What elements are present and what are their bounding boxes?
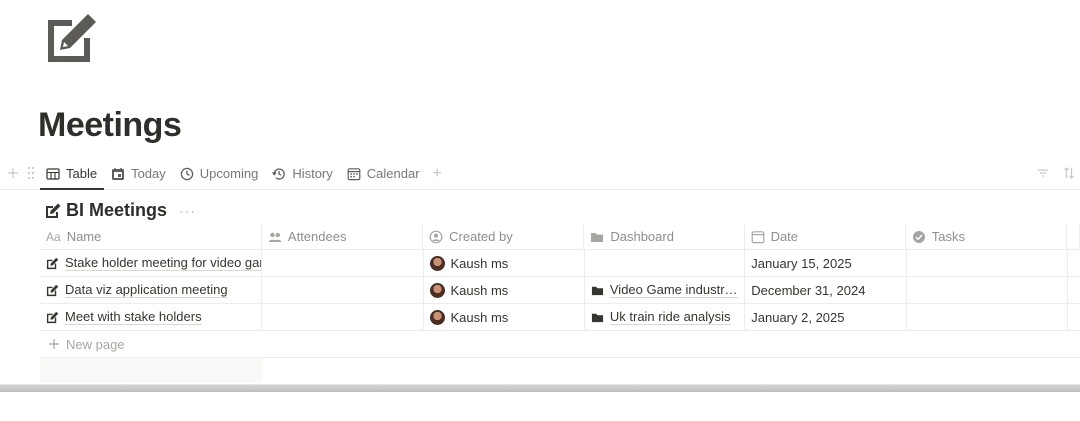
column-header-attendees[interactable]: Attendees — [262, 224, 424, 249]
dashboard-link[interactable]: Uk train ride analysis — [609, 310, 731, 325]
drag-handle-icon[interactable] — [24, 165, 38, 181]
database-title[interactable]: BI Meetings ··· — [44, 200, 196, 221]
column-name-label: Name — [66, 229, 102, 244]
tab-calendar-label: Calendar — [366, 166, 420, 181]
table-header: Aa Name Attendees Created by Dashboard D… — [40, 224, 1080, 250]
tab-today-label: Today — [131, 166, 166, 181]
cell-created-by[interactable]: Kaush ms — [424, 304, 585, 330]
filter-icon[interactable] — [1036, 166, 1050, 185]
clock-icon — [180, 167, 194, 180]
column-header-more[interactable] — [1067, 224, 1080, 249]
row-title: Meet with stake holders — [65, 308, 202, 325]
dashboard-link[interactable]: Video Game industry ... — [609, 283, 739, 298]
add-block-icon[interactable] — [6, 165, 20, 181]
cell-date[interactable]: January 2, 2025 — [745, 304, 907, 330]
new-page-label: New page — [66, 336, 125, 352]
column-header-name[interactable]: Aa Name — [40, 224, 262, 249]
tab-table[interactable]: Table — [40, 158, 105, 190]
add-view-button[interactable]: + — [427, 158, 448, 189]
tab-history[interactable]: History — [265, 158, 339, 189]
more-options-button[interactable]: ··· — [179, 203, 196, 219]
cell-date[interactable]: December 31, 2024 — [745, 277, 907, 303]
history-icon — [272, 167, 286, 180]
table-row[interactable]: Stake holder meeting for video game Kaus… — [40, 250, 1080, 277]
tab-upcoming[interactable]: Upcoming — [173, 158, 266, 189]
cell-tasks[interactable] — [907, 250, 1068, 276]
meetings-table: Aa Name Attendees Created by Dashboard D… — [40, 224, 1080, 383]
cell-created-by[interactable]: Kaush ms — [424, 277, 585, 303]
column-date-label: Date — [770, 229, 799, 244]
column-header-created-by[interactable]: Created by — [423, 224, 585, 249]
check-circle-icon — [912, 230, 925, 243]
column-attendees-label: Attendees — [287, 229, 347, 244]
calendar-icon — [347, 167, 361, 180]
horizontal-scrollbar[interactable] — [0, 384, 1080, 392]
cell-attendees[interactable] — [262, 304, 424, 330]
table-icon — [46, 167, 60, 180]
page-title[interactable]: Meetings — [38, 106, 182, 145]
plus-icon — [49, 339, 59, 349]
column-tasks-label: Tasks — [931, 229, 966, 244]
block-controls — [6, 165, 38, 181]
view-actions — [1036, 166, 1076, 185]
edit-square-icon — [46, 311, 59, 323]
column-header-date[interactable]: Date — [745, 224, 906, 249]
database-title-text: BI Meetings — [66, 200, 168, 220]
table-row[interactable]: Meet with stake holders Kaush ms Uk trai… — [40, 304, 1080, 331]
row-title: Stake holder meeting for video game — [65, 255, 262, 271]
edit-square-icon — [46, 257, 59, 269]
view-tabs: Table Today Upcoming History Calendar + — [40, 158, 448, 190]
cell-tasks[interactable] — [907, 304, 1068, 330]
creator-name: Kaush ms — [450, 282, 509, 298]
cell-extra — [1068, 304, 1080, 330]
column-header-tasks[interactable]: Tasks — [906, 224, 1067, 249]
folder-icon — [591, 286, 603, 295]
avatar — [429, 255, 445, 271]
row-title: Data viz application meeting — [65, 281, 228, 298]
cell-name[interactable]: Stake holder meeting for video game — [40, 250, 263, 276]
people-icon — [268, 232, 282, 242]
avatar — [429, 309, 445, 325]
text-icon: Aa — [46, 229, 61, 244]
edit-square-icon — [46, 203, 61, 218]
folder-icon — [591, 232, 604, 242]
cell-name[interactable]: Meet with stake holders — [40, 304, 263, 330]
cell-dashboard[interactable]: Video Game industry ... — [585, 277, 746, 303]
cell-dashboard[interactable] — [585, 250, 746, 276]
tab-table-label: Table — [66, 166, 98, 181]
view-tab-bar: Table Today Upcoming History Calendar + — [0, 158, 1080, 190]
tab-calendar[interactable]: Calendar — [340, 158, 427, 189]
column-created-by-label: Created by — [449, 229, 513, 244]
new-page-button[interactable]: New page — [40, 331, 1080, 358]
edit-square-icon — [46, 284, 59, 296]
column-dashboard-label: Dashboard — [610, 229, 674, 244]
cell-dashboard[interactable]: Uk train ride analysis — [585, 304, 746, 330]
tab-upcoming-label: Upcoming — [199, 166, 259, 181]
tab-history-label: History — [292, 166, 333, 181]
cell-created-by[interactable]: Kaush ms — [424, 250, 585, 276]
creator-name: Kaush ms — [450, 255, 509, 271]
page-edit-icon[interactable] — [44, 12, 98, 66]
cell-attendees[interactable] — [262, 250, 424, 276]
cell-date[interactable]: January 15, 2025 — [745, 250, 907, 276]
cell-extra — [1068, 277, 1080, 303]
avatar — [429, 282, 445, 298]
calendar-icon — [751, 230, 764, 243]
column-header-dashboard[interactable]: Dashboard — [584, 224, 745, 249]
person-circle-icon — [429, 230, 443, 243]
calendar-today-icon — [112, 167, 125, 180]
cell-extra — [1068, 250, 1080, 276]
sort-icon[interactable] — [1062, 166, 1076, 185]
tab-today[interactable]: Today — [104, 158, 173, 189]
table-row[interactable]: Data viz application meeting Kaush ms Vi… — [40, 277, 1080, 304]
calculate-row[interactable] — [40, 358, 263, 383]
cell-name[interactable]: Data viz application meeting — [40, 277, 263, 303]
folder-icon — [591, 313, 603, 322]
cell-tasks[interactable] — [907, 277, 1068, 303]
creator-name: Kaush ms — [450, 309, 509, 325]
cell-attendees[interactable] — [262, 277, 424, 303]
